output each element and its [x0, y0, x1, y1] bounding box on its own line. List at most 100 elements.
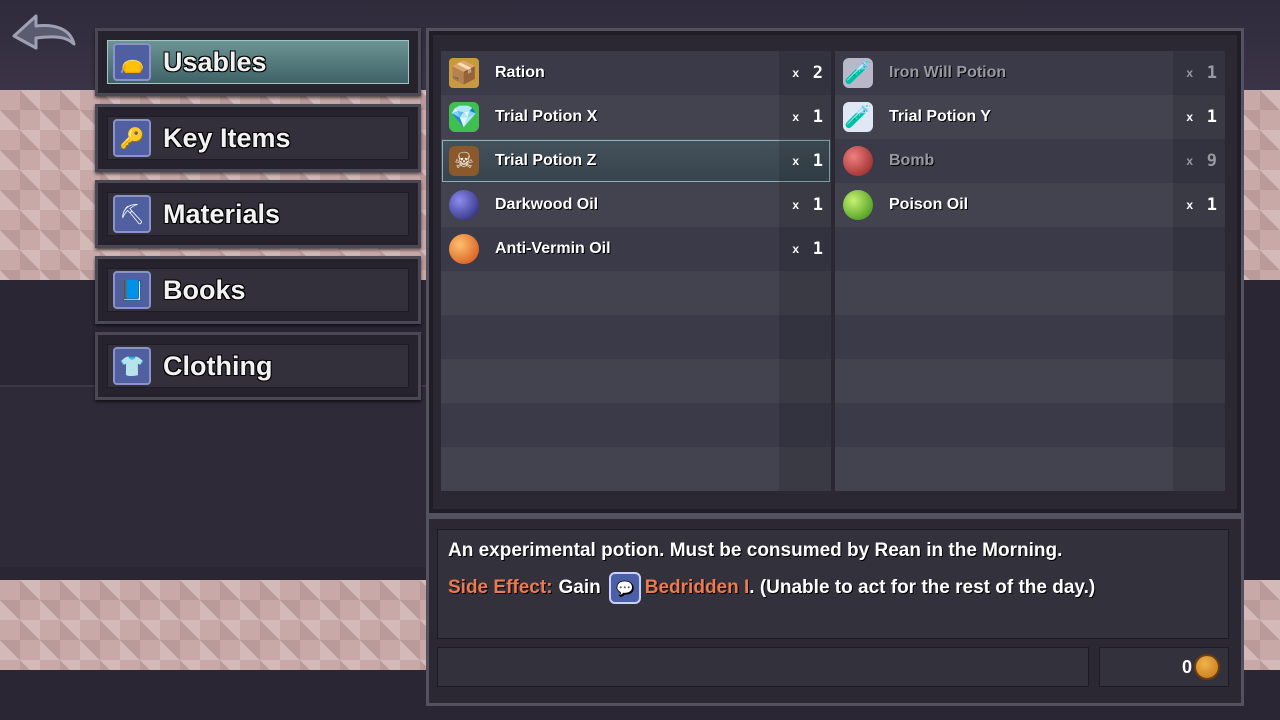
background-shelf: [0, 385, 430, 567]
description-text: An experimental potion. Must be consumed…: [448, 540, 1063, 561]
category-label: Materials: [163, 198, 281, 229]
empty-slot: [441, 447, 831, 491]
item-name: Trial Potion Y: [889, 108, 991, 125]
book-icon: 📘: [113, 271, 151, 309]
qty-prefix: x: [792, 198, 799, 212]
bomb-icon: [843, 146, 873, 176]
category-key-items[interactable]: 🔑 Key Items: [95, 104, 421, 172]
item-row-poison-oil[interactable]: Poison Oil x 1: [835, 183, 1225, 227]
item-quantity: 2: [812, 63, 823, 83]
empty-slot: [441, 315, 831, 359]
category-books[interactable]: 📘 Books: [95, 256, 421, 324]
orange-orb-icon: [449, 234, 479, 264]
empty-slot: [835, 359, 1225, 403]
key-icon: 🔑: [113, 119, 151, 157]
dark-orb-icon: [449, 190, 479, 220]
item-quantity: 1: [1206, 63, 1217, 83]
item-row-iron-will-potion[interactable]: 🧪 Iron Will Potion x 1: [835, 51, 1225, 95]
item-name: Ration: [495, 64, 545, 81]
qty-prefix: x: [792, 154, 799, 168]
item-row-ration[interactable]: 📦 Ration x 2: [441, 51, 831, 95]
empty-slot: [835, 315, 1225, 359]
qty-prefix: x: [1186, 66, 1193, 80]
qty-cell: [779, 139, 831, 183]
empty-slot: [835, 447, 1225, 491]
category-materials[interactable]: ⛏ Materials: [95, 180, 421, 248]
item-list-panel: 📦 Ration x 2 💎 Trial Potion X x 1 ☠ Tria…: [426, 28, 1244, 516]
qty-prefix: x: [792, 242, 799, 256]
pouch-icon: 👝: [113, 43, 151, 81]
empty-slot: [441, 403, 831, 447]
clothing-icon: 👕: [113, 347, 151, 385]
item-name: Bomb: [889, 152, 935, 169]
item-name: Anti-Vermin Oil: [495, 240, 611, 257]
item-name: Darkwood Oil: [495, 196, 599, 213]
item-quantity: 1: [1206, 195, 1217, 215]
gain-text: Gain: [558, 577, 601, 598]
qty-cell: [1173, 95, 1225, 139]
info-bar: [437, 647, 1089, 687]
item-name: Trial Potion Z: [495, 152, 597, 169]
item-quantity: 1: [1206, 107, 1217, 127]
qty-cell: [779, 227, 831, 271]
potion-bottle-icon: 🧪: [843, 102, 873, 132]
qty-cell: [779, 95, 831, 139]
side-effect-line: Side Effect: Gain 💬 Bedridden I . (Unabl…: [448, 572, 1095, 604]
item-name: Trial Potion X: [495, 108, 598, 125]
qty-prefix: x: [1186, 198, 1193, 212]
item-name: Poison Oil: [889, 196, 969, 213]
qty-prefix: x: [1186, 110, 1193, 124]
qty-cell: [1173, 139, 1225, 183]
description-panel: An experimental potion. Must be consumed…: [426, 516, 1244, 706]
coin-icon: [1194, 654, 1220, 680]
empty-slot: [835, 403, 1225, 447]
item-row-trial-potion-x[interactable]: 💎 Trial Potion X x 1: [441, 95, 831, 139]
qty-cell: [1173, 183, 1225, 227]
pickaxe-icon: ⛏: [113, 195, 151, 233]
category-menu: 👝 Usables 🔑 Key Items ⛏ Materials 📘 Book…: [95, 28, 421, 408]
money-box: 0: [1099, 647, 1229, 687]
item-quantity: 1: [812, 195, 823, 215]
item-row-anti-vermin-oil[interactable]: Anti-Vermin Oil x 1: [441, 227, 831, 271]
item-row-bomb[interactable]: Bomb x 9: [835, 139, 1225, 183]
poison-bottle-icon: ☠: [449, 146, 479, 176]
side-effect-detail: . (Unable to act for the rest of the day…: [749, 577, 1096, 598]
item-quantity: 1: [812, 107, 823, 127]
description-box: An experimental potion. Must be consumed…: [437, 529, 1229, 639]
item-column-left: 📦 Ration x 2 💎 Trial Potion X x 1 ☠ Tria…: [441, 51, 831, 491]
category-label: Usables: [163, 46, 267, 77]
category-usables[interactable]: 👝 Usables: [95, 28, 421, 96]
item-quantity: 1: [812, 239, 823, 259]
green-orb-icon: [843, 190, 873, 220]
empty-slot: [441, 359, 831, 403]
qty-cell: [779, 51, 831, 95]
potion-bottle-icon: 🧪: [843, 58, 873, 88]
item-column-right: 🧪 Iron Will Potion x 1 🧪 Trial Potion Y …: [835, 51, 1225, 491]
item-row-trial-potion-z[interactable]: ☠ Trial Potion Z x 1: [441, 139, 831, 183]
qty-cell: [1173, 51, 1225, 95]
item-row-trial-potion-y[interactable]: 🧪 Trial Potion Y x 1: [835, 95, 1225, 139]
empty-slot: [835, 271, 1225, 315]
status-name: Bedridden I: [644, 577, 750, 598]
item-quantity: 1: [812, 151, 823, 171]
qty-prefix: x: [1186, 154, 1193, 168]
money-amount: 0: [1181, 656, 1192, 677]
qty-prefix: x: [792, 110, 799, 124]
qty-cell: [779, 183, 831, 227]
empty-slot: [441, 271, 831, 315]
money-display: 0: [1182, 654, 1220, 680]
category-label: Books: [163, 274, 246, 305]
ration-icon: 📦: [449, 58, 479, 88]
side-effect-label: Side Effect:: [448, 577, 553, 598]
qty-prefix: x: [792, 66, 799, 80]
category-label: Key Items: [163, 122, 291, 153]
back-button[interactable]: [10, 10, 78, 60]
empty-slot: [835, 227, 1225, 271]
item-name: Iron Will Potion: [889, 64, 1007, 81]
green-crystal-icon: 💎: [449, 102, 479, 132]
back-arrow-icon: [12, 14, 76, 50]
category-clothing[interactable]: 👕 Clothing: [95, 332, 421, 400]
item-row-darkwood-oil[interactable]: Darkwood Oil x 1: [441, 183, 831, 227]
category-label: Clothing: [163, 350, 273, 381]
speech-bubble-icon: 💬: [608, 572, 641, 604]
